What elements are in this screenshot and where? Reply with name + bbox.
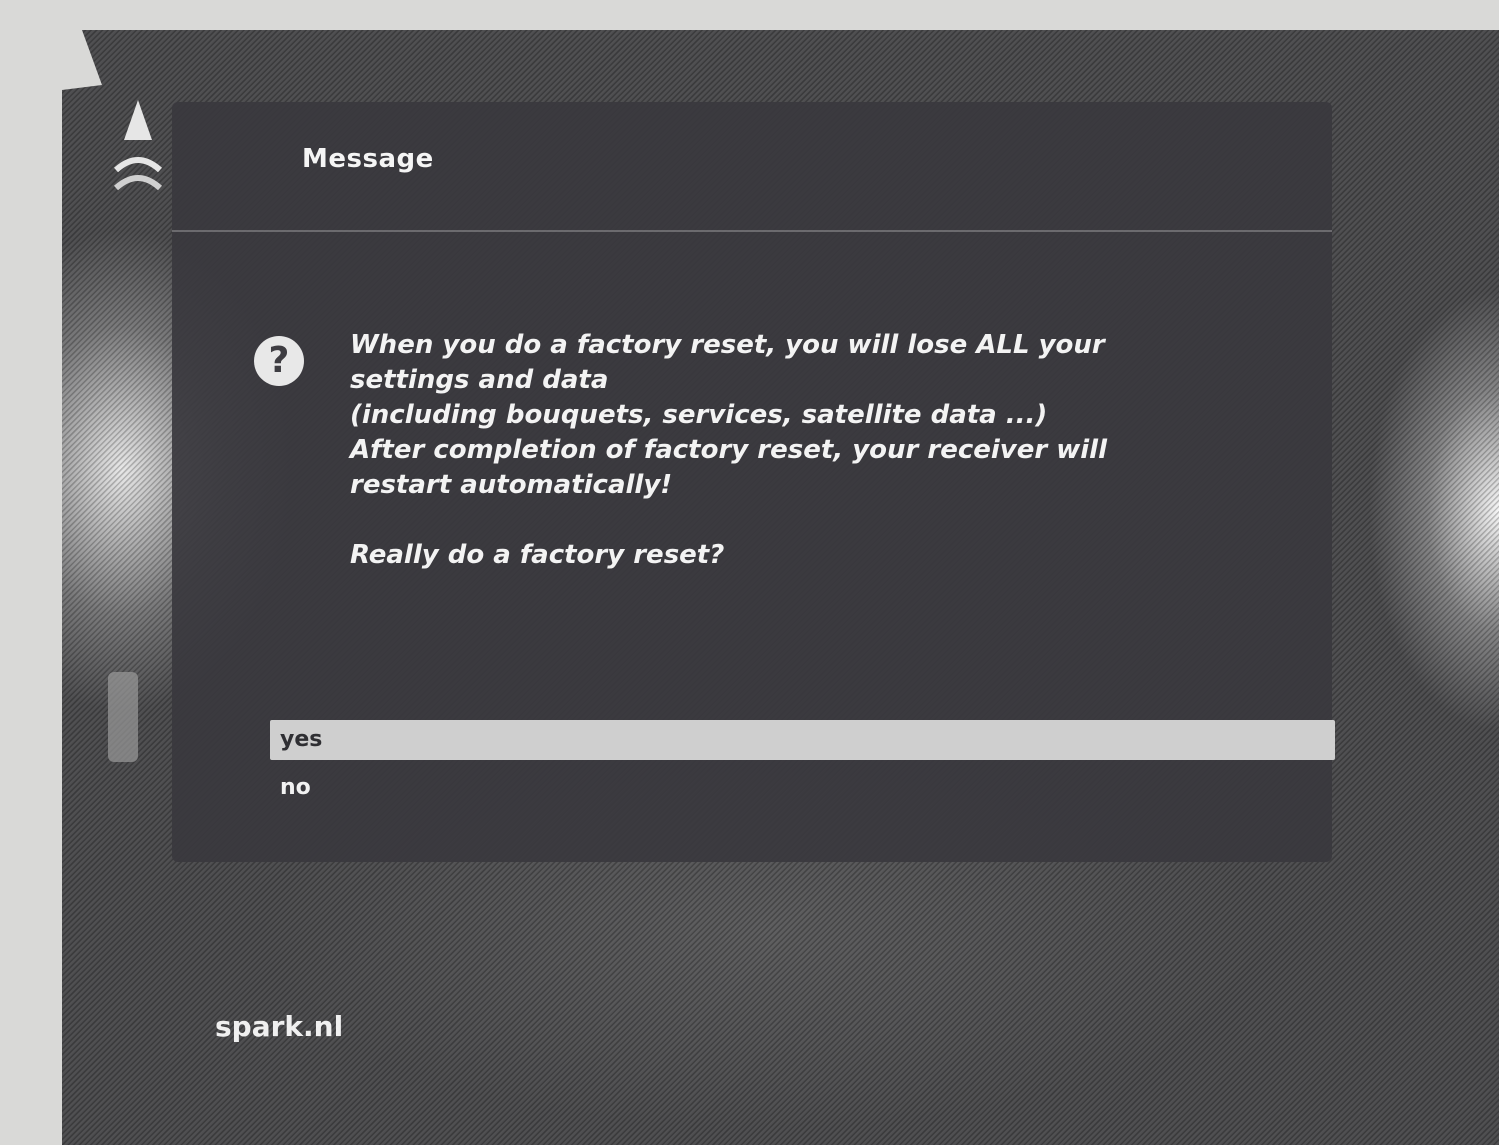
message-line: settings and data	[350, 365, 609, 395]
footer-label: spark.nl	[215, 1010, 344, 1043]
option-no[interactable]: no	[270, 768, 480, 808]
dialog-header: Message	[172, 102, 1332, 232]
message-dialog: Message ? When you do a factory reset, y…	[172, 102, 1335, 862]
message-line: restart automatically!	[350, 470, 673, 500]
logo-icon	[108, 100, 168, 220]
message-line: When you do a factory reset, you will lo…	[350, 330, 1105, 360]
dialog-message: When you do a factory reset, you will lo…	[350, 328, 1230, 573]
question-icon: ?	[254, 336, 304, 386]
dialog-question: Really do a factory reset?	[350, 540, 725, 570]
message-line: (including bouquets, services, satellite…	[350, 400, 1048, 430]
option-yes[interactable]: yes	[270, 720, 1335, 760]
dialog-title: Message	[302, 144, 434, 174]
message-spacer	[350, 503, 1230, 538]
side-indicator	[108, 672, 138, 762]
message-line: After completion of factory reset, your …	[350, 435, 1108, 465]
